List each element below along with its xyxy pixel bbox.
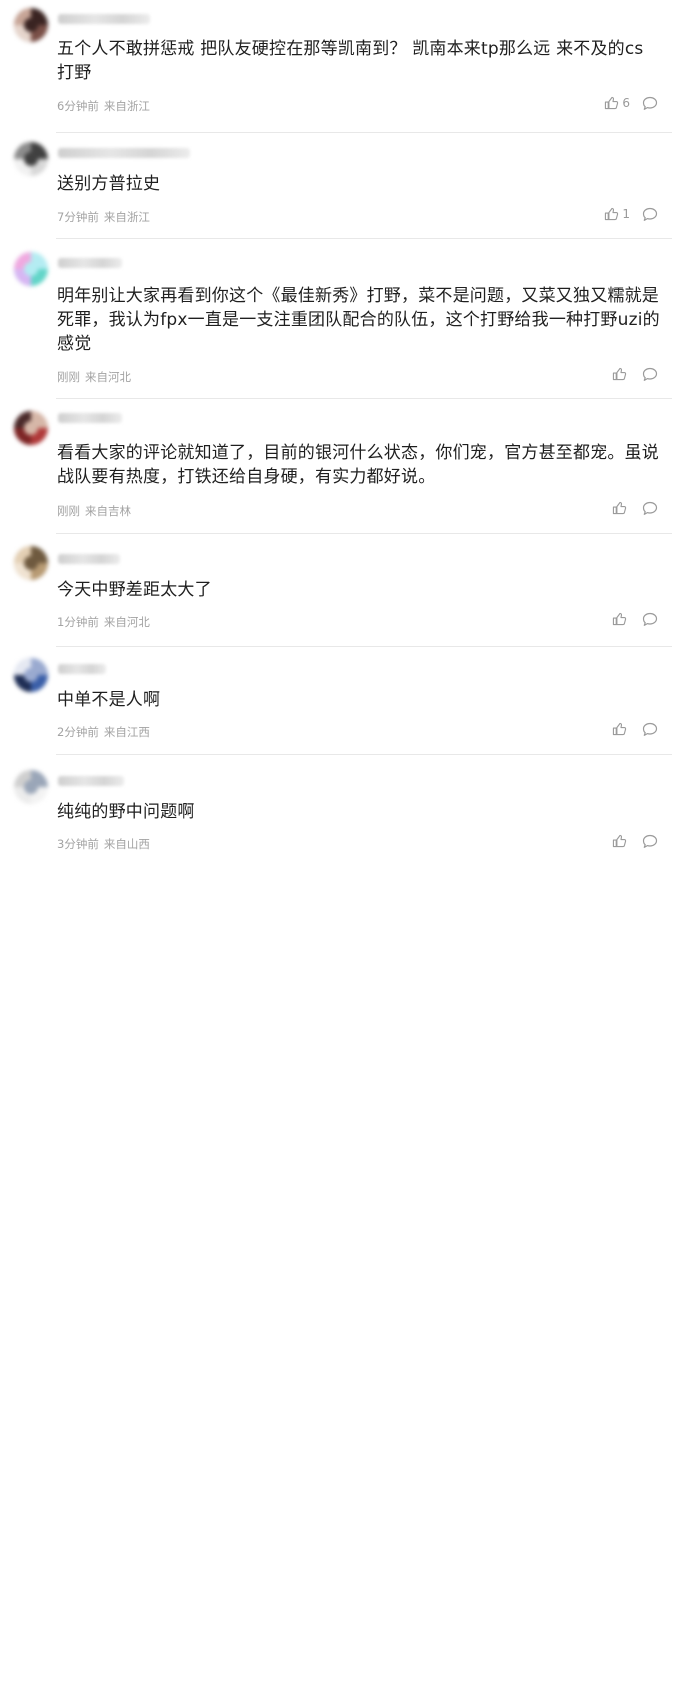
thumbs-up-icon	[612, 367, 627, 381]
comment-item: 中单不是人啊 2分钟前 来自江西	[0, 648, 678, 755]
username-blurred[interactable]	[58, 554, 120, 564]
username-blurred[interactable]	[58, 14, 150, 24]
comment-item: 纯纯的野中问题啊 3分钟前 来自山西	[0, 760, 678, 1702]
comment-bubble-icon	[642, 96, 658, 111]
comment-bubble-icon	[642, 612, 658, 627]
username-blurred[interactable]	[58, 413, 122, 423]
comment-text: 五个人不敢拼惩戒 把队友硬控在那等凯南到？ 凯南本来tp那么远 来不及的cs打野	[57, 39, 644, 83]
comment-meta: 1分钟前 来自河北	[57, 614, 150, 630]
divider	[56, 646, 672, 647]
reply-button[interactable]	[642, 367, 658, 382]
comment-time: 刚刚	[57, 504, 80, 518]
divider	[56, 238, 672, 239]
comment-bubble-icon	[642, 501, 658, 516]
comment-meta: 6分钟前 来自浙江	[57, 98, 150, 114]
divider	[56, 533, 672, 534]
username-blurred[interactable]	[58, 776, 124, 786]
reply-button[interactable]	[642, 834, 658, 849]
divider	[56, 132, 672, 133]
comment-time: 1分钟前	[57, 615, 99, 629]
reply-button[interactable]	[642, 501, 658, 516]
avatar[interactable]	[14, 252, 48, 286]
comment-bubble-icon	[642, 722, 658, 737]
comment-meta: 7分钟前 来自浙江	[57, 209, 150, 225]
like-count: 6	[622, 96, 630, 110]
reply-button[interactable]	[642, 96, 658, 111]
comment-location: 来自江西	[103, 725, 150, 739]
comment-item: 五个人不敢拼惩戒 把队友硬控在那等凯南到？ 凯南本来tp那么远 来不及的cs打野…	[0, 6, 678, 133]
comment-bubble-icon	[642, 367, 658, 382]
comment-item: 明年别让大家再看到你这个《最佳新秀》打野，菜不是问题，又菜又独又糯就是死罪，我认…	[0, 240, 678, 399]
comment-location: 来自河北	[85, 370, 131, 384]
avatar[interactable]	[14, 411, 48, 445]
comment-bubble-icon	[642, 834, 658, 849]
comment-meta: 刚刚 来自河北	[57, 369, 131, 385]
thumbs-up-icon	[612, 612, 627, 626]
reply-button[interactable]	[642, 207, 658, 222]
comment-item: 今天中野差距太大了 1分钟前 来自河北	[0, 536, 678, 647]
comment-meta: 刚刚 来自吉林	[57, 503, 131, 519]
comment-bubble-icon	[642, 207, 658, 222]
comment-meta: 3分钟前 来自山西	[57, 836, 150, 852]
avatar[interactable]	[14, 142, 48, 176]
reply-button[interactable]	[642, 612, 658, 627]
avatar[interactable]	[14, 546, 48, 580]
comment-text: 看看大家的评论就知道了，目前的银河什么状态，你们宠，官方甚至都宠。虽说战队要有热…	[57, 443, 659, 487]
thumbs-up-icon	[604, 96, 619, 110]
comment-location: 来自山西	[103, 837, 150, 851]
like-button[interactable]	[612, 834, 630, 848]
thumbs-up-icon	[612, 722, 627, 736]
comment-text: 今天中野差距太大了	[57, 580, 212, 600]
avatar[interactable]	[14, 8, 48, 42]
comment-text: 明年别让大家再看到你这个《最佳新秀》打野，菜不是问题，又菜又独又糯就是死罪，我认…	[57, 286, 660, 354]
like-count: 1	[622, 207, 630, 221]
comment-time: 刚刚	[57, 370, 80, 384]
like-button[interactable]	[612, 612, 630, 626]
comment-location: 来自浙江	[103, 210, 150, 224]
comment-text: 送别方普拉史	[57, 174, 161, 194]
comment-item: 看看大家的评论就知道了，目前的银河什么状态，你们宠，官方甚至都宠。虽说战队要有热…	[0, 399, 678, 534]
comment-location: 来自吉林	[85, 504, 131, 518]
avatar[interactable]	[14, 770, 48, 804]
thumbs-up-icon	[612, 834, 627, 848]
avatar[interactable]	[14, 658, 48, 692]
comment-location: 来自浙江	[103, 99, 150, 113]
comment-location: 来自河北	[103, 615, 150, 629]
comment-time: 7分钟前	[57, 210, 99, 224]
like-button[interactable]	[612, 367, 630, 381]
username-blurred[interactable]	[58, 148, 190, 158]
comment-text: 纯纯的野中问题啊	[57, 802, 195, 822]
like-button[interactable]	[612, 501, 630, 515]
like-button[interactable]	[612, 722, 630, 736]
thumbs-up-icon	[604, 207, 619, 221]
comment-time: 6分钟前	[57, 99, 99, 113]
comment-time: 3分钟前	[57, 837, 99, 851]
reply-button[interactable]	[642, 722, 658, 737]
like-button[interactable]: 1	[604, 207, 630, 221]
username-blurred[interactable]	[58, 258, 122, 268]
comment-time: 2分钟前	[57, 725, 99, 739]
username-blurred[interactable]	[58, 664, 106, 674]
comment-text: 中单不是人啊	[57, 690, 161, 710]
comment-list: 五个人不敢拼惩戒 把队友硬控在那等凯南到？ 凯南本来tp那么远 来不及的cs打野…	[0, 0, 678, 851]
like-button[interactable]: 6	[604, 96, 630, 110]
comment-meta: 2分钟前 来自江西	[57, 724, 150, 740]
thumbs-up-icon	[612, 501, 627, 515]
divider	[56, 754, 672, 755]
comment-item: 送别方普拉史 7分钟前 来自浙江 1	[0, 134, 678, 239]
